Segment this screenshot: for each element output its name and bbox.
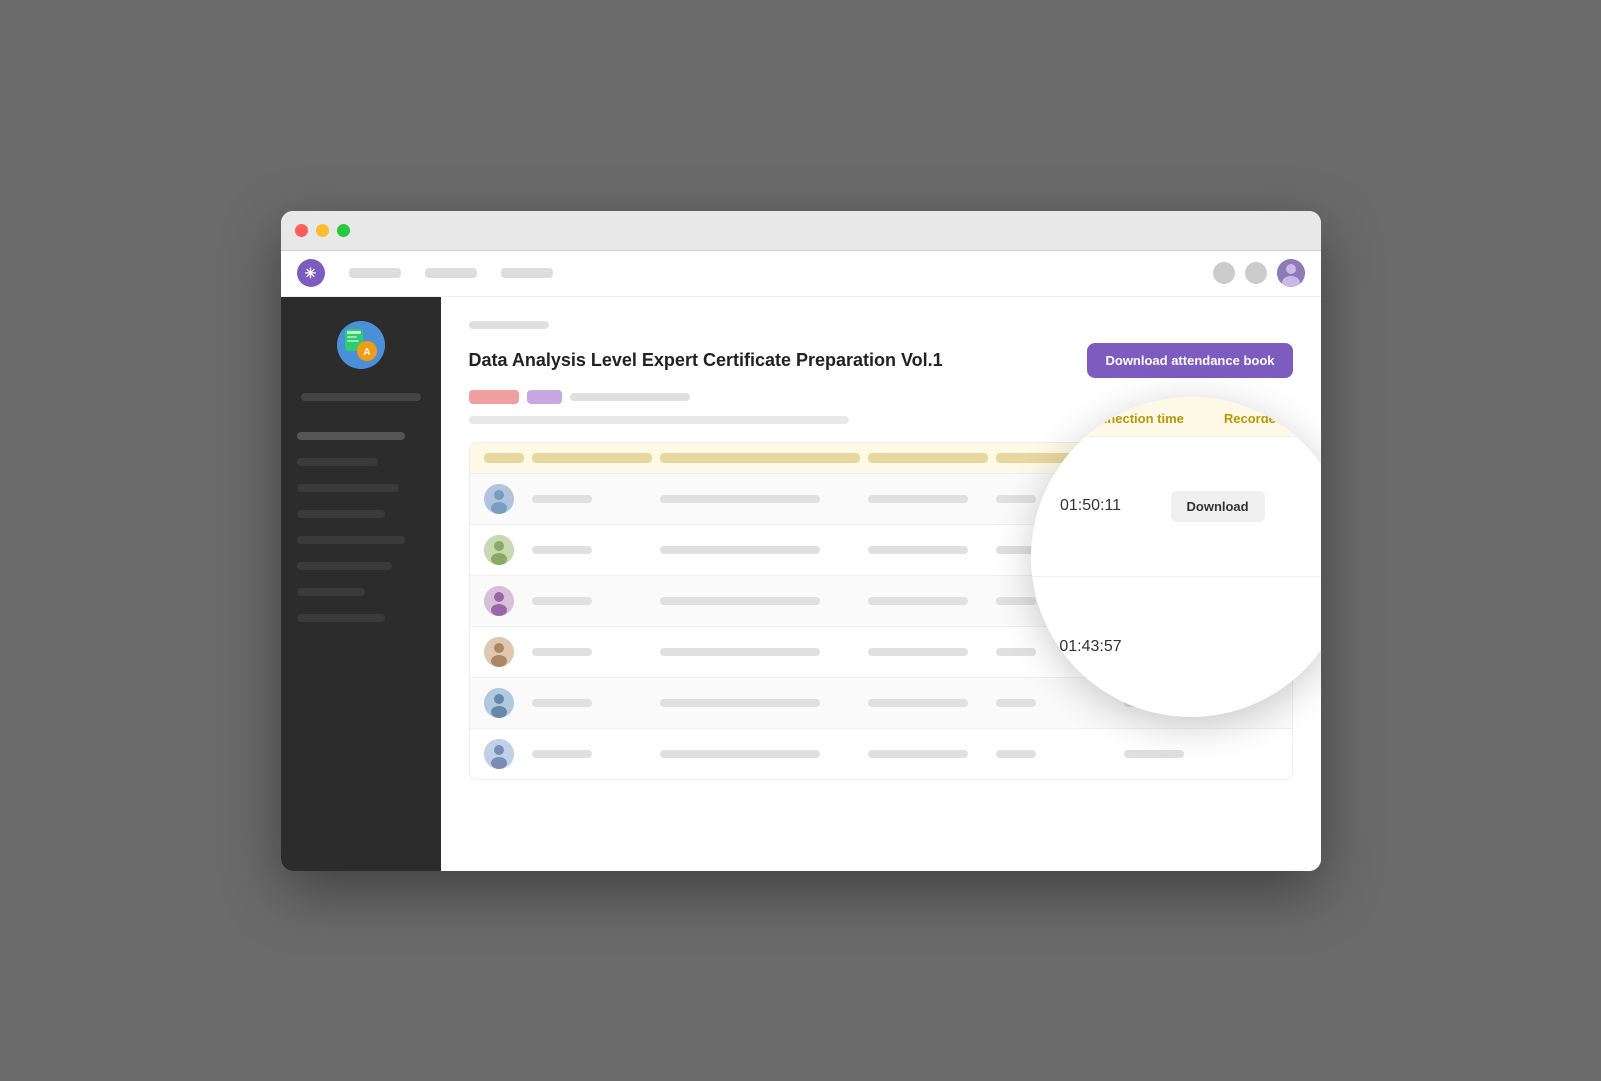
svg-text:A: A [363, 347, 370, 358]
breadcrumb [469, 321, 549, 329]
sidebar-item-5[interactable] [297, 536, 406, 544]
title-bar [281, 211, 1321, 251]
download-attendance-button[interactable]: Download attendance book [1087, 343, 1292, 378]
app-window: ✳ [281, 211, 1321, 871]
filter-text [570, 393, 690, 401]
zoom-row-1: 01:50:11 Download [1031, 436, 1321, 577]
row-avatar-4 [484, 637, 514, 667]
cell-status-2 [868, 546, 968, 554]
cell-status-5 [868, 699, 968, 707]
sidebar-user-avatar: A [337, 321, 385, 369]
app-logo: ✳ [297, 259, 325, 287]
nav-icon-2[interactable] [1245, 262, 1267, 284]
zoom-time-2: 01:43:57 [1051, 638, 1131, 656]
cell-status-4 [868, 648, 968, 656]
sidebar-name [301, 393, 421, 401]
table-row [470, 728, 1292, 779]
sidebar-item-4[interactable] [297, 510, 385, 518]
maximize-button[interactable] [337, 224, 350, 237]
zoom-time-1: 01:50:11 [1051, 497, 1131, 515]
cell-time-4 [996, 648, 1036, 656]
cell-status-1 [868, 495, 968, 503]
top-nav: ✳ [281, 251, 1321, 297]
nav-item-1[interactable] [349, 268, 401, 278]
cell-file-6 [1124, 750, 1184, 758]
cell-status-3 [868, 597, 968, 605]
row-avatar-3 [484, 586, 514, 616]
filter-tag-pink[interactable] [469, 390, 519, 404]
main-content: Data Analysis Level Expert Certificate P… [441, 297, 1321, 871]
row-avatar-2 [484, 535, 514, 565]
cell-name-1 [532, 495, 592, 503]
cell-name-5 [532, 699, 592, 707]
row-avatar-5 [484, 688, 514, 718]
cell-info-4 [660, 648, 820, 656]
cell-name-6 [532, 750, 592, 758]
nav-item-3[interactable] [501, 268, 553, 278]
cell-time-2 [996, 546, 1036, 554]
cell-info-3 [660, 597, 820, 605]
page-header: Data Analysis Level Expert Certificate P… [469, 343, 1293, 378]
nav-item-2[interactable] [425, 268, 477, 278]
sidebar-item-3[interactable] [297, 484, 399, 492]
cell-name-3 [532, 597, 592, 605]
cell-time-3 [996, 597, 1036, 605]
cell-info-2 [660, 546, 820, 554]
cell-name-4 [532, 648, 592, 656]
row-avatar-6 [484, 739, 514, 769]
cell-time-1 [996, 495, 1036, 503]
cell-status-6 [868, 750, 968, 758]
filter-tag-purple[interactable] [527, 390, 562, 404]
sidebar-item-1[interactable] [297, 432, 406, 440]
sidebar-item-8[interactable] [297, 614, 385, 622]
sidebar: A [281, 297, 441, 871]
nav-right [1213, 259, 1305, 287]
cell-time-6 [996, 750, 1036, 758]
cell-info-5 [660, 699, 820, 707]
user-avatar[interactable] [1277, 259, 1305, 287]
th-status [868, 453, 988, 463]
cell-time-5 [996, 699, 1036, 707]
th-empty [484, 453, 524, 463]
close-button[interactable] [295, 224, 308, 237]
cell-info-1 [660, 495, 820, 503]
row-avatar-1 [484, 484, 514, 514]
main-wrapper: A Data Analysis Level Expert Certificate… [281, 297, 1321, 871]
zoom-col1-title: Total connection time [1051, 411, 1184, 426]
nav-icon-1[interactable] [1213, 262, 1235, 284]
sidebar-item-7[interactable] [297, 588, 365, 596]
th-info [660, 453, 860, 463]
sidebar-item-2[interactable] [297, 458, 379, 466]
subtitle [469, 416, 849, 424]
sidebar-item-6[interactable] [297, 562, 392, 570]
cell-name-2 [532, 546, 592, 554]
cell-info-6 [660, 750, 820, 758]
desktop: ✳ [0, 0, 1601, 1081]
download-file-button[interactable]: Download [1171, 491, 1265, 522]
page-title: Data Analysis Level Expert Certificate P… [469, 350, 943, 371]
minimize-button[interactable] [316, 224, 329, 237]
zoom-col2-title: Recorded file [1224, 411, 1306, 426]
th-name [532, 453, 652, 463]
